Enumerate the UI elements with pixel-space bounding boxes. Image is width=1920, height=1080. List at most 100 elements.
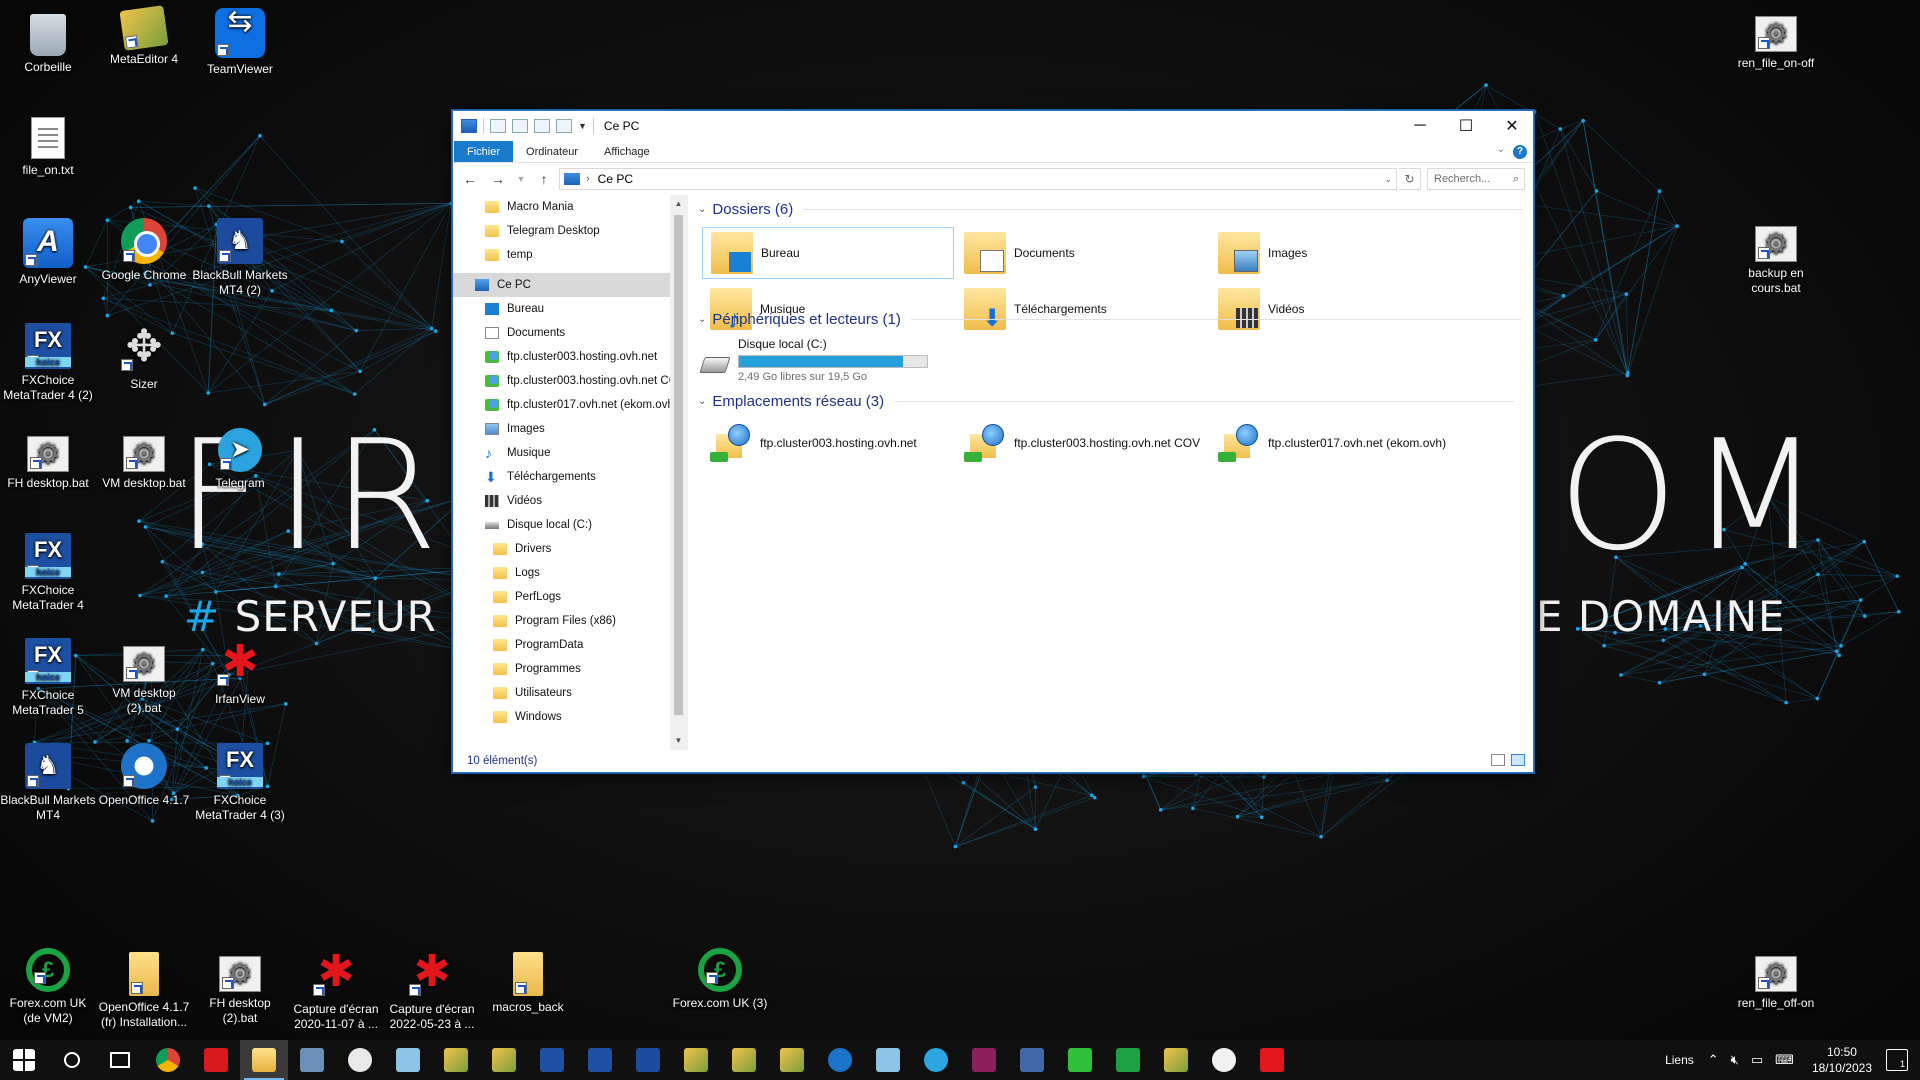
desktop-icon[interactable]: FX FXChoice MetaTrader 4 (2) xyxy=(0,323,96,403)
taskbar-button[interactable] xyxy=(1248,1040,1296,1080)
search-input[interactable]: Recherch... ⌕ xyxy=(1427,168,1525,190)
tab-ordinateur[interactable]: Ordinateur xyxy=(513,141,591,162)
back-icon[interactable]: ← xyxy=(459,168,481,190)
clock[interactable]: 10:50 18/10/2023 xyxy=(1812,1044,1872,1076)
address-dropdown-icon[interactable]: ⌄ xyxy=(1384,174,1392,185)
notification-center-icon[interactable]: 1 xyxy=(1886,1049,1908,1071)
desktop-icon[interactable]: ➤ Telegram xyxy=(192,428,288,491)
scrollbar-thumb[interactable] xyxy=(674,215,683,715)
rename-icon[interactable] xyxy=(534,119,550,133)
tab-affichage[interactable]: Affichage xyxy=(591,141,663,162)
desktop-icon[interactable]: ♞ BlackBull Markets MT4 xyxy=(0,743,96,823)
taskbar-button[interactable] xyxy=(912,1040,960,1080)
drive-tile-c[interactable]: Disque local (C:) 2,49 Go libres sur 19,… xyxy=(698,335,928,385)
nav-item[interactable]: ftp.cluster003.hosting.ovh.net COV xyxy=(453,369,685,393)
taskbar-button[interactable] xyxy=(1104,1040,1152,1080)
desktop-icon[interactable]: ✱ Capture d'écran 2020-11-07 à ... xyxy=(288,948,384,1032)
maximize-button[interactable]: ☐ xyxy=(1443,111,1489,141)
desktop-icon[interactable]: £ Forex.com UK (de VM2) xyxy=(0,948,96,1026)
nav-item[interactable]: Images xyxy=(453,417,670,441)
desktop-icon[interactable]: FH desktop (2).bat xyxy=(192,948,288,1026)
content-pane[interactable]: ⌄ Dossiers (6) BureauDocumentsImagesMusi… xyxy=(688,195,1533,750)
desktop-icon[interactable]: macros_back xyxy=(480,948,576,1015)
desktop-icon[interactable]: OpenOffice 4.1.7 xyxy=(96,743,192,808)
up-icon[interactable]: ↑ xyxy=(533,168,555,190)
links-toolbar[interactable]: Liens xyxy=(1665,1053,1694,1067)
nav-item[interactable]: Documents xyxy=(453,321,670,345)
taskbar-button[interactable] xyxy=(960,1040,1008,1080)
nav-item[interactable]: ftp.cluster003.hosting.ovh.net xyxy=(453,345,670,369)
taskbar-button[interactable] xyxy=(384,1040,432,1080)
recent-locations-icon[interactable]: ▼ xyxy=(515,168,527,190)
desktop-icon[interactable]: OpenOffice 4.1.7 (fr) Installation... xyxy=(96,948,192,1030)
taskbar-button[interactable] xyxy=(96,1040,144,1080)
desktop-icon[interactable]: £ Forex.com UK (3) xyxy=(672,948,768,1011)
nav-item[interactable]: Ce PC xyxy=(453,273,670,297)
network-icon[interactable]: ▭ xyxy=(1751,1052,1763,1068)
breadcrumb-chevron-icon[interactable]: › xyxy=(586,173,590,185)
taskbar-button[interactable] xyxy=(480,1040,528,1080)
tiles-view-icon[interactable] xyxy=(1511,754,1525,766)
navigation-pane[interactable]: Macro Mania Telegram Desktop temp Ce PC Bure… xyxy=(453,195,688,750)
network-location-tile[interactable]: ftp.cluster003.hosting.ovh.net xyxy=(702,417,954,469)
desktop-icon[interactable]: VM desktop (2).bat xyxy=(96,638,192,716)
refresh-button[interactable]: ↻ xyxy=(1399,168,1421,190)
desktop-icon[interactable]: ren_file_on-off xyxy=(1728,8,1824,71)
collapse-chevron-icon[interactable]: ⌄ xyxy=(698,314,706,325)
group-header-emplacements-reseau[interactable]: ⌄ Emplacements réseau (3) xyxy=(698,393,1515,410)
desktop-icon[interactable]: file_on.txt xyxy=(0,113,96,178)
nav-item[interactable]: PerfLogs xyxy=(453,585,670,609)
details-view-icon[interactable] xyxy=(1491,754,1505,766)
scroll-up-icon[interactable]: ▲ xyxy=(670,195,687,213)
desktop-icon[interactable]: Google Chrome xyxy=(96,218,192,283)
taskbar-button[interactable] xyxy=(432,1040,480,1080)
help-icon[interactable]: ? xyxy=(1513,145,1527,159)
taskbar-button[interactable] xyxy=(768,1040,816,1080)
navigation-scrollbar[interactable]: ▲ ▼ xyxy=(670,195,687,750)
new-folder-icon[interactable] xyxy=(512,119,528,133)
taskbar-button[interactable] xyxy=(1008,1040,1056,1080)
taskbar-button[interactable] xyxy=(336,1040,384,1080)
customize-toolbar-dropdown-icon[interactable]: ▼ xyxy=(578,121,587,131)
desktop-icon[interactable]: FX FXChoice MetaTrader 5 xyxy=(0,638,96,718)
properties-icon[interactable] xyxy=(490,119,506,133)
nav-item[interactable]: Drivers xyxy=(453,537,670,561)
nav-item[interactable]: Bureau xyxy=(453,297,670,321)
taskbar-button[interactable] xyxy=(576,1040,624,1080)
folder-tile[interactable]: Documents xyxy=(956,227,1208,279)
file-explorer-window[interactable]: ▼ Ce PC ─ ☐ ✕ Fichier Ordinateur Afficha… xyxy=(452,110,1534,773)
nav-item[interactable]: Vidéos xyxy=(453,489,670,513)
taskbar-button[interactable] xyxy=(0,1040,48,1080)
expand-ribbon-icon[interactable]: ⌄ xyxy=(1497,144,1505,155)
taskbar-button[interactable] xyxy=(816,1040,864,1080)
drive-icon[interactable] xyxy=(556,119,572,133)
desktop-icon[interactable]: TeamViewer xyxy=(192,8,288,77)
tab-fichier[interactable]: Fichier xyxy=(454,141,514,162)
desktop-icon[interactable]: ✥ Sizer xyxy=(96,323,192,392)
nav-item[interactable]: ftp.cluster017.ovh.net (ekom.ovh) xyxy=(453,393,678,417)
network-location-tile[interactable]: ftp.cluster017.ovh.net (ekom.ovh) xyxy=(1210,417,1462,469)
desktop-icon[interactable]: VM desktop.bat xyxy=(96,428,192,491)
collapse-chevron-icon[interactable]: ⌄ xyxy=(698,396,706,407)
desktop-icon[interactable]: ✱ Capture d'écran 2022-05-23 à ... xyxy=(384,948,480,1032)
taskbar-button[interactable] xyxy=(624,1040,672,1080)
folder-tile[interactable]: Téléchargements xyxy=(956,283,1208,335)
keyboard-icon[interactable]: ⌨︎ xyxy=(1775,1052,1794,1068)
minimize-button[interactable]: ─ xyxy=(1397,111,1443,141)
title-bar[interactable]: ▼ Ce PC ─ ☐ ✕ xyxy=(453,111,1533,141)
desktop-icon[interactable]: ren_file_off-on xyxy=(1728,948,1824,1011)
desktop-icon[interactable]: ✱ IrfanView xyxy=(192,638,288,707)
desktop-icon[interactable]: ♞ BlackBull Markets MT4 (2) xyxy=(192,218,288,298)
folder-tile[interactable]: Images xyxy=(1210,227,1462,279)
close-button[interactable]: ✕ xyxy=(1489,111,1535,141)
address-bar[interactable]: › Ce PC ⌄ xyxy=(559,168,1397,190)
taskbar-button[interactable] xyxy=(672,1040,720,1080)
desktop-icon[interactable]: FX FXChoice MetaTrader 4 (3) xyxy=(192,743,288,823)
taskbar-button[interactable] xyxy=(1152,1040,1200,1080)
taskbar-button[interactable] xyxy=(192,1040,240,1080)
group-header-peripheriques[interactable]: ⌄ Périphériques et lecteurs (1) xyxy=(698,311,1521,328)
nav-item[interactable]: Telegram Desktop xyxy=(453,219,670,243)
taskbar-button[interactable] xyxy=(1056,1040,1104,1080)
desktop-icon[interactable]: A AnyViewer xyxy=(0,218,96,287)
nav-item[interactable]: Macro Mania xyxy=(453,195,670,219)
